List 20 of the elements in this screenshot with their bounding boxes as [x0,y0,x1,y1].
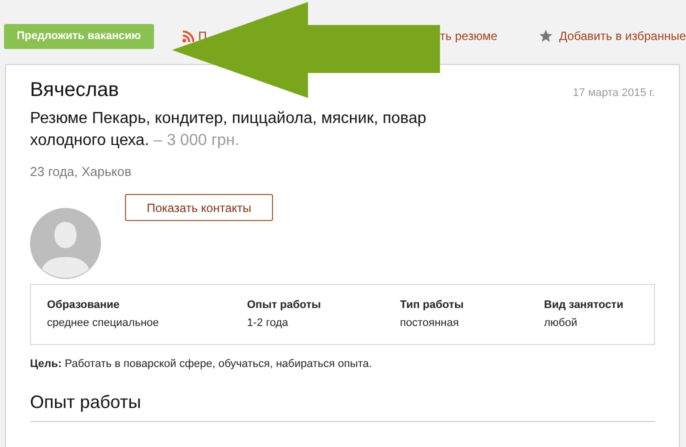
rss-icon [182,30,194,42]
fact-label: Опыт работы [247,298,322,313]
star-icon [539,29,554,43]
candidate-name: Вячеслав [30,79,119,102]
fact-label: Тип работы [400,298,465,313]
resume-title: Резюме Пекарь, кондитер, пиццайола, мясник, повар холодного цеха. – 3 000 грн. [30,109,428,151]
fact-value: любой [544,316,578,331]
fact-value: среднее специальное [47,316,160,331]
fact-label: Вид занятости [544,298,624,313]
avatar-icon [30,208,101,279]
resume-link[interactable]: ть резюме [440,29,498,43]
show-contacts-button[interactable]: Показать контакты [125,194,273,221]
fact-label: Образование [47,298,120,313]
resume-date: 17 марта 2015 г. [572,87,655,99]
section-heading: Опыт работы [30,392,655,422]
fact-value: постоянная [400,316,460,331]
add-favorites-link[interactable]: Добавить в избранные [559,29,686,43]
goal-text: Цель: Работать в поварской сфере, обучаться, набираться опыта. [30,358,373,370]
age-city: 23 года, Харьков [30,164,132,179]
fact-value: 1-2 года [247,316,290,331]
